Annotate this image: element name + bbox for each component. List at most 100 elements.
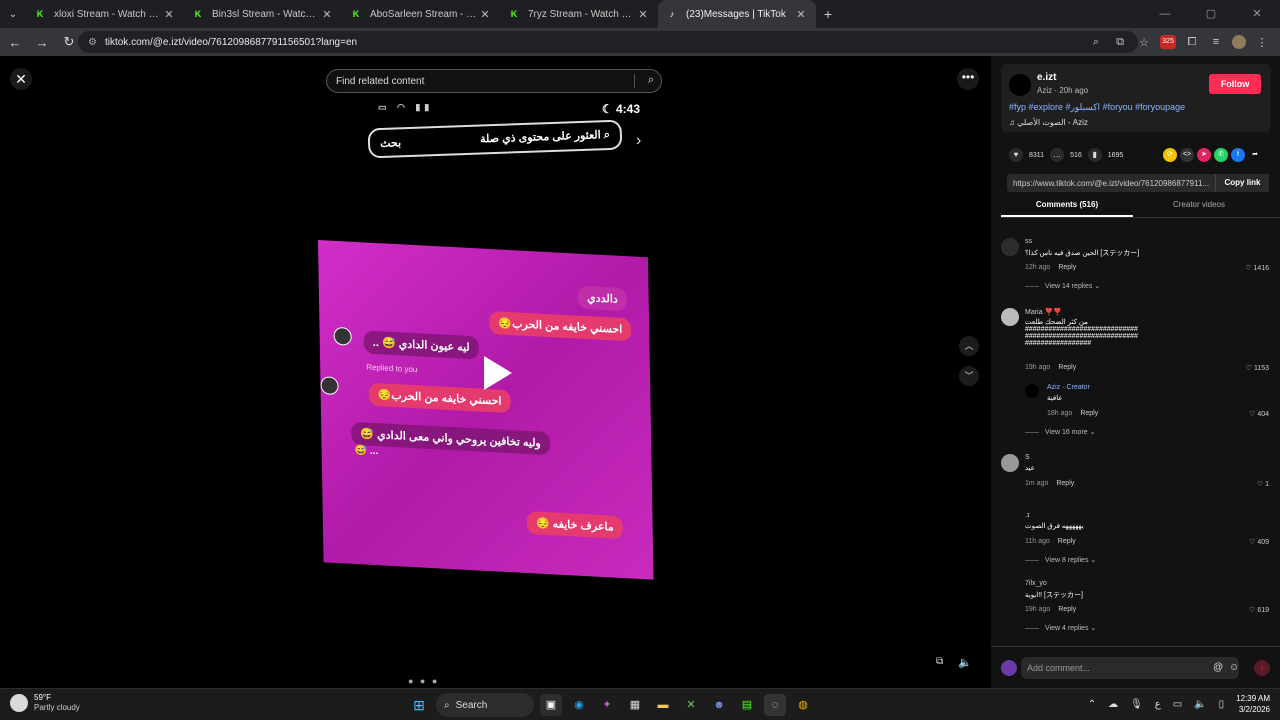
reply-button[interactable]: Reply: [1058, 538, 1076, 545]
heart-icon[interactable]: ♥: [1009, 148, 1023, 162]
taskbar-search[interactable]: ⌕ Search: [436, 693, 534, 717]
tab-search-menu-icon[interactable]: ⌄: [0, 0, 26, 28]
maximize-icon[interactable]: ▢: [1188, 0, 1234, 28]
copilot-icon[interactable]: ✦: [596, 694, 618, 716]
commenter-avatar[interactable]: [1001, 308, 1019, 326]
site-info-icon[interactable]: ⚙: [88, 37, 97, 48]
url-field[interactable]: ⚙ tiktok.com/@e.izt/video/76120986877911…: [78, 31, 1138, 53]
minimize-icon[interactable]: —: [1142, 0, 1188, 28]
commenter-avatar[interactable]: [1001, 580, 1019, 598]
browser-tab[interactable]: K Bin3sl Stream - Watch Live on K ✕: [184, 0, 342, 28]
xbox-icon[interactable]: ✕: [680, 694, 702, 716]
commenter-name[interactable]: Maria ❣️❣️: [1025, 308, 1062, 316]
commenter-name[interactable]: .ɪ: [1025, 512, 1029, 519]
close-tab-icon[interactable]: ✕: [636, 8, 650, 21]
kick-app-icon[interactable]: ▤: [736, 694, 758, 716]
microphone-icon[interactable]: 🎙: [1130, 699, 1143, 710]
commenter-avatar[interactable]: [1025, 384, 1039, 398]
close-tab-icon[interactable]: ✕: [162, 8, 176, 21]
previous-video-icon[interactable]: ︿: [959, 336, 979, 356]
back-icon[interactable]: ←: [3, 35, 27, 50]
facebook-icon[interactable]: f: [1231, 148, 1245, 162]
profile-avatar[interactable]: [1232, 35, 1246, 49]
comment-likes[interactable]: ♡ 409: [1249, 538, 1269, 546]
view-replies[interactable]: View 14 replies ⌄: [1025, 282, 1100, 290]
share-arrow-icon[interactable]: ➦: [1248, 148, 1262, 162]
zoom-icon[interactable]: ⌕: [1088, 36, 1104, 49]
windows-start-icon[interactable]: ⊞: [408, 694, 430, 716]
commenter-name[interactable]: S: [1025, 454, 1030, 461]
browser-tab[interactable]: K xloxi Stream - Watch Live on Ki ✕: [26, 0, 184, 28]
close-tab-icon[interactable]: ✕: [478, 8, 492, 21]
hashtags[interactable]: #fyp #explore #اكسبلور #foryou #foryoupa…: [1009, 102, 1185, 113]
comment-likes[interactable]: ♡ 1: [1257, 480, 1269, 488]
browser-tab[interactable]: K AboSarleen Stream - Watch Liv ✕: [342, 0, 500, 28]
close-window-icon[interactable]: ✕: [1234, 0, 1280, 28]
tab-comments[interactable]: Comments (516): [1001, 200, 1133, 217]
post-comment-button[interactable]: ↑: [1254, 660, 1270, 676]
next-video-icon[interactable]: ﹀: [959, 366, 979, 386]
close-icon[interactable]: ✕: [10, 68, 32, 90]
bookmark-star-icon[interactable]: ☆: [1136, 36, 1152, 49]
chrome-icon[interactable]: ◍: [792, 694, 814, 716]
view-replies[interactable]: View 8 replies ⌄: [1025, 556, 1096, 564]
author-avatar[interactable]: [1009, 74, 1031, 96]
copy-link-button[interactable]: Copy link: [1215, 174, 1269, 192]
reply-button[interactable]: Reply: [1058, 606, 1076, 613]
reading-list-icon[interactable]: ≡: [1208, 36, 1224, 48]
mention-icon[interactable]: @: [1213, 662, 1223, 673]
language-indicator[interactable]: ع: [1155, 699, 1161, 710]
comment-likes[interactable]: ♡ 1153: [1246, 364, 1269, 372]
follow-button[interactable]: Follow: [1209, 74, 1261, 94]
view-more-replies[interactable]: View 16 more ⌄: [1025, 428, 1095, 436]
new-tab-button[interactable]: +: [816, 6, 840, 22]
search-icon[interactable]: ⌕: [648, 74, 654, 87]
whatsapp-icon[interactable]: ✆: [1214, 148, 1228, 162]
network-icon[interactable]: ▭: [1173, 699, 1182, 710]
install-app-icon[interactable]: ⧉: [1112, 36, 1128, 49]
browser-menu-icon[interactable]: ⋮: [1254, 36, 1270, 49]
sound-link[interactable]: ♫ الصوت الأصلي - Aziz: [1009, 118, 1088, 127]
commenter-avatar[interactable]: [1001, 454, 1019, 472]
view-replies[interactable]: View 4 replies ⌄: [1025, 624, 1096, 632]
store-icon[interactable]: ▦: [624, 694, 646, 716]
picture-in-picture-icon[interactable]: ⧉: [936, 656, 943, 667]
find-related-search[interactable]: Find related content ⌕: [326, 69, 662, 93]
comment-likes[interactable]: ♡ 1416: [1245, 264, 1269, 272]
close-tab-icon[interactable]: ✕: [794, 8, 808, 21]
volume-icon[interactable]: 🔈: [958, 656, 972, 669]
video-link-box[interactable]: https://www.tiktok.com/@e.izt/video/7612…: [1007, 174, 1269, 192]
embed-icon[interactable]: <>: [1180, 148, 1194, 162]
browser-tab-active[interactable]: ♪ (23)Messages | TikTok ✕: [658, 0, 816, 28]
emoji-icon[interactable]: ☺: [1229, 662, 1239, 673]
author-username[interactable]: e.izt: [1037, 72, 1056, 83]
commenter-avatar[interactable]: [1001, 238, 1019, 256]
discord-icon[interactable]: ☻: [708, 694, 730, 716]
clock[interactable]: 12:39 AM 3/2/2026: [1236, 693, 1270, 715]
send-icon[interactable]: ➤: [1197, 148, 1211, 162]
reply-button[interactable]: Reply: [1056, 480, 1074, 487]
more-options-icon[interactable]: •••: [957, 68, 979, 90]
add-comment-input[interactable]: Add comment...: [1021, 657, 1239, 679]
commenter-name[interactable]: ss: [1025, 238, 1032, 245]
reply-button[interactable]: Reply: [1058, 264, 1076, 271]
comment-likes[interactable]: ♡ 619: [1249, 606, 1269, 614]
reply-button[interactable]: Reply: [1058, 364, 1076, 371]
play-icon[interactable]: [484, 356, 512, 390]
weather-widget[interactable]: 59°F Partly cloudy: [10, 693, 80, 713]
browser-tab[interactable]: K 7ryz Stream - Watch Live on Ki ✕: [500, 0, 658, 28]
forward-icon[interactable]: →: [30, 35, 54, 50]
commenter-name[interactable]: 7ilx_yo: [1025, 580, 1047, 587]
edge-icon[interactable]: ◉: [568, 694, 590, 716]
close-tab-icon[interactable]: ✕: [320, 8, 334, 21]
commenter-name[interactable]: Aziz · Creator: [1047, 384, 1090, 391]
commenter-avatar[interactable]: [1001, 512, 1019, 530]
repost-icon[interactable]: ⟳: [1163, 148, 1177, 162]
tab-creator-videos[interactable]: Creator videos: [1133, 200, 1265, 217]
reply-button[interactable]: Reply: [1080, 410, 1098, 417]
task-view-icon[interactable]: ▣: [540, 694, 562, 716]
battery-icon[interactable]: ▯: [1219, 699, 1225, 710]
comment-icon[interactable]: …: [1050, 148, 1065, 162]
app-icon[interactable]: ◌: [764, 694, 786, 716]
onedrive-icon[interactable]: ☁: [1108, 699, 1118, 710]
